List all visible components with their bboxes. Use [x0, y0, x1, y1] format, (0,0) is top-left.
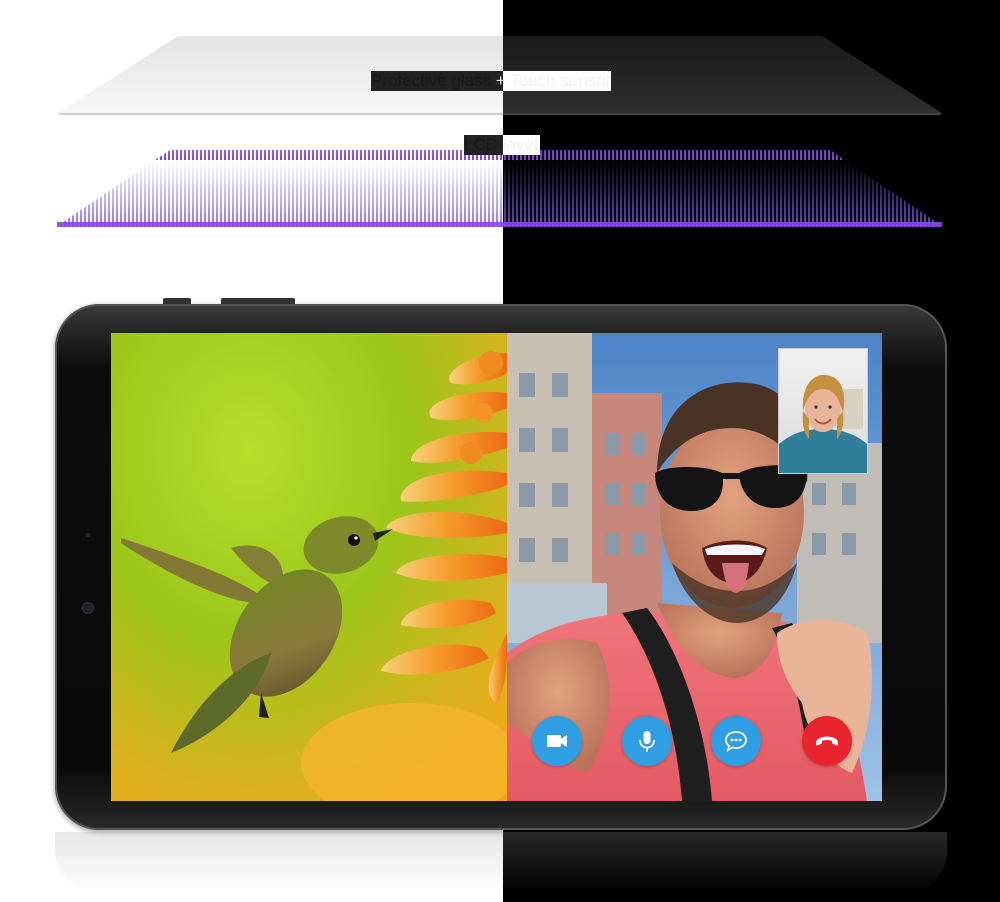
hummingbird-photo	[111, 333, 507, 801]
lcd-label-left: LCD	[464, 135, 503, 154]
chat-bubble-icon	[725, 731, 747, 752]
end-call-button[interactable]	[802, 716, 852, 766]
hang-up-icon	[816, 736, 838, 746]
chat-button[interactable]	[711, 716, 761, 766]
pip-video-thumbnail[interactable]	[778, 348, 868, 474]
front-camera	[83, 603, 93, 613]
tablet-reflection	[55, 832, 947, 892]
light-sensor	[86, 533, 90, 537]
tablet-screen	[111, 333, 882, 801]
glass-label-right: + Touch sensor	[491, 71, 612, 90]
video-camera-icon	[547, 735, 567, 747]
lcd-layer	[57, 150, 942, 227]
lcd-layer-label: LCD layer	[464, 135, 540, 155]
microphone-icon	[639, 731, 655, 752]
glass-label-left: Protective glass	[371, 71, 491, 90]
microphone-toggle-button[interactable]	[622, 716, 672, 766]
lcd-label-right: layer	[502, 135, 540, 154]
video-toggle-button[interactable]	[532, 716, 582, 766]
glass-layer-label: Protective glass + Touch sensor	[371, 71, 612, 91]
